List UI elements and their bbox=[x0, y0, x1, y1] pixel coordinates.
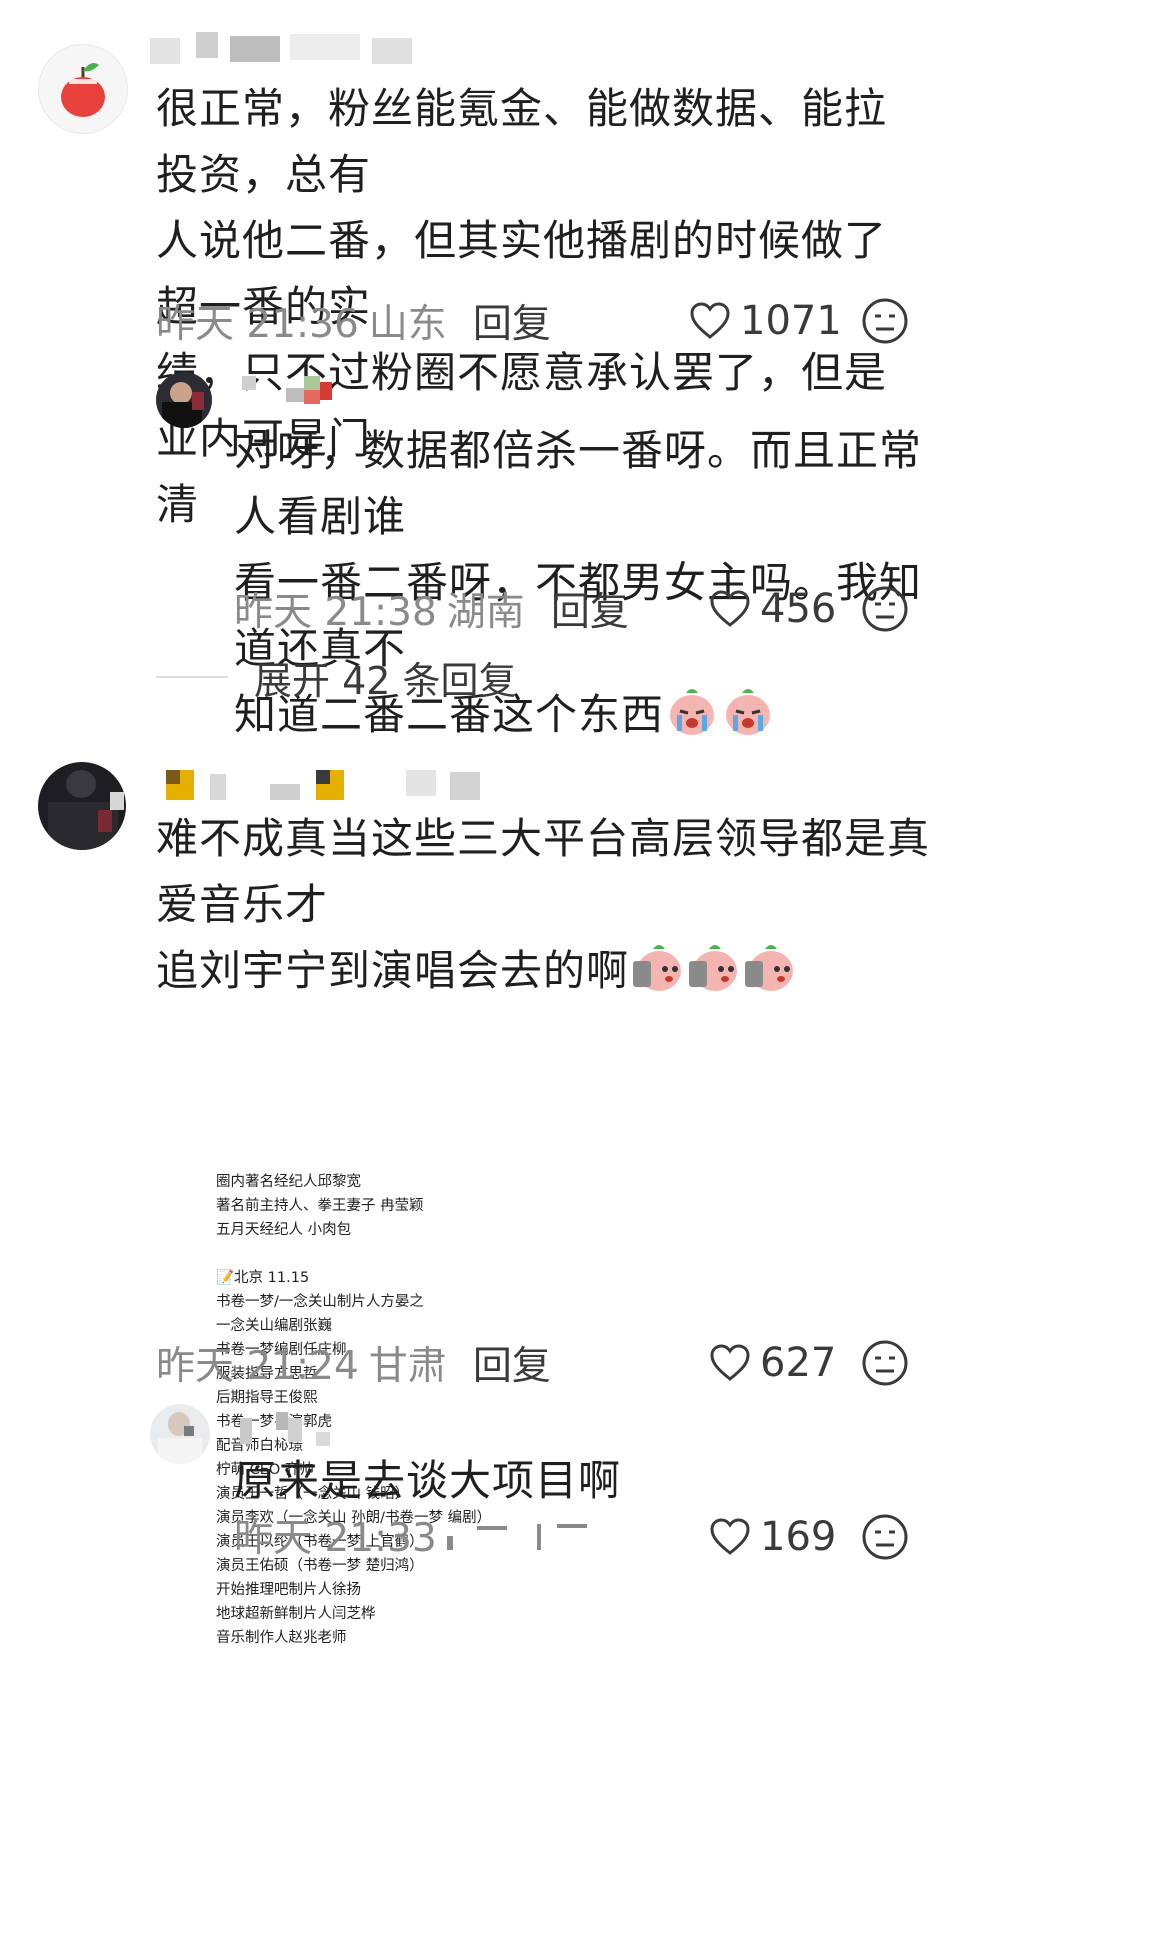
timestamp: 昨天 21:38 bbox=[234, 590, 437, 635]
reply-button[interactable]: 回复 bbox=[551, 581, 629, 637]
screenshot-line bbox=[216, 1242, 592, 1266]
like-count: 627 bbox=[760, 1340, 837, 1386]
username-blurred[interactable] bbox=[236, 1412, 336, 1446]
heart-icon bbox=[710, 1518, 750, 1555]
like-button[interactable]: 1071 bbox=[690, 296, 842, 346]
heart-icon bbox=[710, 1344, 750, 1381]
like-button[interactable]: 456 bbox=[710, 584, 836, 634]
username-blurred[interactable] bbox=[160, 766, 490, 800]
screenshot-line: 著名前主持人、拳王妻子 冉莹颖 bbox=[216, 1198, 424, 1214]
like-button[interactable]: 627 bbox=[710, 1338, 836, 1388]
phone-face-icon bbox=[689, 945, 738, 991]
like-count: 169 bbox=[760, 1514, 837, 1560]
avatar[interactable] bbox=[38, 762, 126, 850]
heart-icon bbox=[690, 302, 730, 339]
location: 湖南 bbox=[446, 590, 525, 635]
heart-icon bbox=[710, 590, 750, 627]
username-blurred[interactable] bbox=[150, 32, 430, 64]
location: 山东 bbox=[368, 302, 447, 347]
comment-meta: 昨天 21:36 山东 回复 bbox=[156, 293, 551, 349]
apple-icon bbox=[61, 63, 105, 117]
dislike-icon[interactable] bbox=[860, 584, 910, 634]
dislike-icon[interactable] bbox=[860, 1512, 910, 1562]
comment-text: 原来是去谈大项目啊 bbox=[234, 1456, 622, 1505]
location-cropped bbox=[446, 1520, 597, 1550]
crying-face-icon bbox=[726, 689, 771, 735]
comment-meta: 昨天 21:33 bbox=[234, 1510, 597, 1561]
avatar[interactable] bbox=[150, 1404, 210, 1464]
crying-face-icon bbox=[670, 689, 715, 735]
avatar[interactable] bbox=[156, 372, 212, 428]
comment-meta: 昨天 21:24 甘肃 回复 bbox=[156, 1335, 551, 1391]
avatar[interactable] bbox=[38, 44, 128, 134]
screenshot-line: 圈内著名经纪人邱黎宽 bbox=[216, 1174, 361, 1190]
location: 甘肃 bbox=[368, 1344, 447, 1389]
expand-label: 展开 42 条回复 bbox=[254, 658, 517, 703]
dislike-icon[interactable] bbox=[860, 296, 910, 346]
comment-meta: 昨天 21:38 湖南 回复 bbox=[234, 581, 629, 637]
screenshot-line: 五月天经纪人 小肉包 bbox=[216, 1222, 352, 1238]
comment-text: 难不成真当这些三大平台高层领导都是真爱音乐才 追刘宇宁到演唱会去的啊 bbox=[156, 814, 931, 995]
timestamp: 昨天 21:24 bbox=[156, 1344, 359, 1389]
timestamp: 昨天 21:36 bbox=[156, 302, 359, 347]
screenshot-line: 书卷一梦/一念关山制片人方晏之 bbox=[216, 1294, 424, 1310]
divider bbox=[156, 676, 228, 678]
screenshot-line: 地球超新鲜制片人闫芝桦 bbox=[216, 1606, 376, 1622]
screenshot-line: 📝北京 11.15 bbox=[216, 1270, 310, 1286]
phone-face-icon bbox=[745, 945, 794, 991]
dislike-icon[interactable] bbox=[860, 1338, 910, 1388]
phone-face-icon bbox=[633, 945, 682, 991]
timestamp: 昨天 21:33 bbox=[234, 1516, 437, 1561]
username-blurred[interactable] bbox=[238, 372, 358, 404]
like-button[interactable]: 169 bbox=[710, 1512, 836, 1562]
like-count: 456 bbox=[760, 586, 837, 632]
screenshot-line: 音乐制作人赵兆老师 bbox=[216, 1630, 347, 1646]
screenshot-line: 开始推理吧制片人徐扬 bbox=[216, 1582, 361, 1598]
like-count: 1071 bbox=[740, 298, 842, 344]
attached-screenshot[interactable]: 圈内著名经纪人邱黎宽 著名前主持人、拳王妻子 冉莹颖 五月天经纪人 小肉包 📝北… bbox=[192, 1160, 592, 1660]
reply-button[interactable]: 回复 bbox=[473, 293, 551, 349]
reply-button[interactable]: 回复 bbox=[473, 1335, 551, 1391]
expand-replies-button[interactable]: 展开 42 条回复 bbox=[156, 652, 517, 703]
